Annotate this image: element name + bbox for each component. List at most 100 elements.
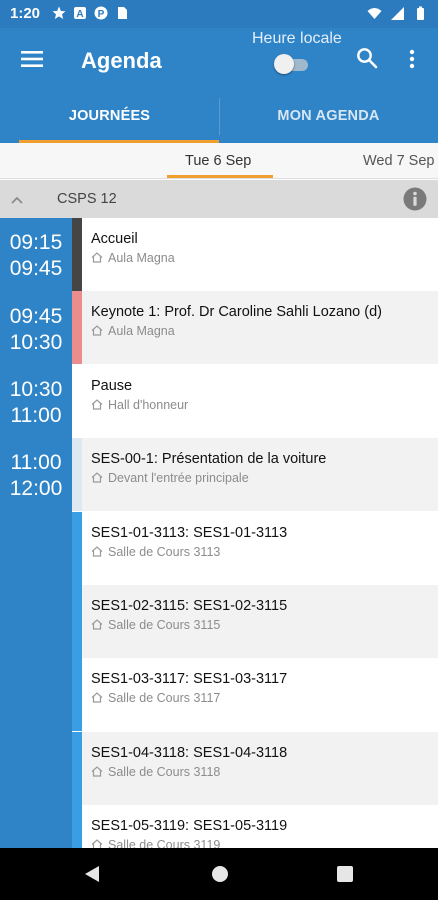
home-icon[interactable] (212, 866, 228, 882)
location-house-icon (91, 619, 103, 630)
chevron-up-icon[interactable] (10, 192, 24, 204)
local-time-toggle[interactable] (274, 54, 310, 74)
event-place-label: Salle de Cours 3119 (108, 838, 221, 848)
event-place: Salle de Cours 3119 (91, 838, 220, 848)
status-bar: 1:20 A P (0, 0, 438, 28)
event-place-label: Salle de Cours 3113 (108, 544, 221, 559)
more-vert-icon[interactable] (405, 48, 419, 70)
event-place-label: Salle de Cours 3117 (108, 691, 221, 706)
event-color-bar (72, 511, 82, 585)
slot-end-time: 11:00 (10, 404, 62, 427)
event-color-bar (72, 364, 82, 438)
tab-mon-agenda[interactable]: MON AGENDA (219, 90, 438, 143)
event-color-bar (72, 291, 82, 365)
svg-text:A: A (76, 9, 83, 20)
time-slot: 09:45 10:30 (0, 304, 72, 356)
local-time-label: Heure locale (252, 30, 342, 47)
slot-start-time: 11:00 (10, 451, 62, 474)
group-header[interactable]: CSPS 12 (0, 180, 438, 218)
battery-icon (413, 6, 428, 21)
event-title: Keynote 1: Prof. Dr Caroline Sahli Lozan… (91, 304, 382, 321)
a-icon: A (73, 6, 87, 20)
signal-icon (390, 6, 405, 21)
slot-start-time: 09:45 (9, 305, 63, 328)
app-title: Agenda (81, 48, 162, 73)
slot-end-time: 12:00 (9, 477, 63, 500)
event-row[interactable]: SES1-04-3118: SES1-04-3118 Salle de Cours… (72, 731, 438, 805)
toggle-thumb (274, 54, 294, 74)
event-row[interactable]: SES1-03-3117: SES1-03-3117 Salle de Cours… (72, 658, 438, 732)
event-color-bar (72, 218, 82, 291)
event-place: Aula Magna (91, 251, 175, 265)
event-place-label: Devant l'entrée principale (108, 471, 249, 486)
slot-start-time: 10:30 (9, 378, 63, 401)
location-house-icon (91, 325, 103, 336)
svg-text:P: P (98, 9, 105, 20)
event-place-label: Aula Magna (108, 251, 175, 265)
location-house-icon (91, 252, 103, 263)
location-house-icon (91, 545, 103, 557)
recent-apps-icon[interactable] (337, 866, 353, 882)
event-title: SES1-05-3119: SES1-05-3119 (91, 818, 288, 835)
event-row[interactable]: SES1-05-3119: SES1-05-3119 Salle de Cours… (72, 805, 438, 848)
location-house-icon (91, 765, 103, 777)
group-label: CSPS 12 (57, 191, 117, 207)
event-title: SES1-02-3115: SES1-02-3115 (91, 598, 288, 614)
date-tab-indicator (167, 175, 273, 178)
event-row[interactable]: SES1-01-3113: SES1-01-3113 Salle de Cours… (72, 511, 438, 585)
event-color-bar (72, 805, 82, 848)
event-place: Aula Magna (91, 324, 175, 338)
time-column: 09:15 09:45 09:45 10:30 10:30 11:00 11:0… (0, 218, 72, 848)
main-tabs: JOURNÉES MON AGENDA (0, 90, 438, 143)
event-place-label: Salle de Cours 3115 (108, 618, 221, 632)
time-slot: 11:00 12:00 (0, 450, 72, 502)
event-title: Pause (91, 377, 133, 394)
location-house-icon (91, 839, 103, 848)
event-title: SES-00-1: Présentation de la voiture (91, 451, 327, 468)
slot-end-time: 10:30 (9, 331, 63, 354)
menu-icon[interactable] (20, 48, 44, 70)
notification-icons: A P (52, 6, 129, 20)
location-house-icon (91, 398, 103, 410)
location-house-icon (91, 692, 103, 703)
back-icon[interactable] (84, 865, 100, 883)
star-icon (52, 6, 66, 20)
event-place: Salle de Cours 3115 (91, 618, 220, 632)
event-place: Salle de Cours 3118 (91, 765, 220, 779)
event-row[interactable]: SES1-02-3115: SES1-02-3115 Salle de Cours… (72, 585, 438, 658)
event-color-bar (72, 585, 82, 658)
app-bar: Agenda Heure locale (0, 28, 438, 90)
location-house-icon (91, 472, 103, 483)
slot-start-time: 09:15 (9, 231, 63, 254)
event-place-label: Aula Magna (108, 324, 175, 339)
slot-end-time: 09:45 (9, 257, 63, 280)
info-icon[interactable] (403, 187, 427, 211)
event-color-bar (72, 438, 82, 512)
event-title: SES1-01-3113: SES1-01-3113 (91, 524, 288, 541)
wifi-icon (367, 6, 382, 21)
date-strip: Tue 6 Sep Wed 7 Sep (0, 143, 438, 179)
event-place: Hall d'honneur (91, 398, 188, 412)
event-title: SES1-03-3117: SES1-03-3117 (91, 671, 288, 688)
event-color-bar (72, 658, 82, 732)
event-row[interactable]: Accueil Aula Magna (72, 218, 438, 291)
event-place: Salle de Cours 3113 (91, 545, 220, 559)
date-tab-tue-6-sep[interactable]: Tue 6 Sep (185, 153, 251, 169)
event-color-bar (72, 731, 82, 805)
time-slot: 09:15 09:45 (0, 230, 72, 282)
event-title: SES1-04-3118: SES1-04-3118 (91, 744, 288, 761)
p-icon: P (94, 6, 108, 20)
event-place: Salle de Cours 3117 (91, 691, 220, 705)
tab-journees[interactable]: JOURNÉES (0, 90, 219, 143)
event-title: Accueil (91, 231, 138, 247)
system-icons (367, 6, 428, 21)
sim-card-icon (115, 6, 129, 20)
time-slot: 10:30 11:00 (0, 377, 72, 429)
event-row[interactable]: SES-00-1: Présentation de la voiture Deva… (72, 438, 438, 512)
navigation-bar (0, 848, 438, 900)
event-row[interactable]: Keynote 1: Prof. Dr Caroline Sahli Lozan… (72, 291, 438, 365)
search-icon[interactable] (356, 47, 378, 69)
date-tab-wed-7-sep[interactable]: Wed 7 Sep (363, 153, 434, 169)
event-place-label: Hall d'honneur (108, 397, 189, 412)
event-row[interactable]: Pause Hall d'honneur (72, 364, 438, 438)
